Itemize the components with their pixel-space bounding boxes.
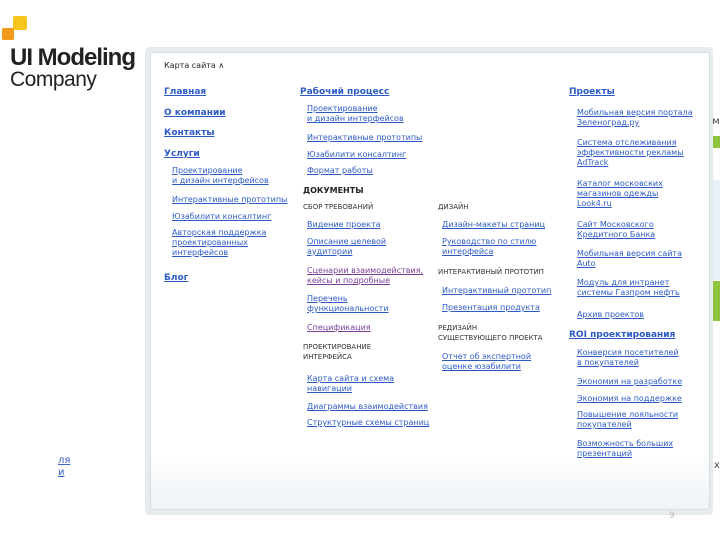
- process-link[interactable]: Формат работы: [307, 166, 373, 176]
- requirements-link[interactable]: Спецификация: [307, 323, 371, 333]
- prototype-link[interactable]: Интерактивный прототип: [442, 286, 551, 296]
- roi-link[interactable]: Конверсия посетителей в покупателей: [577, 348, 679, 368]
- interface-link[interactable]: Структурные схемы страниц: [307, 418, 429, 428]
- service-link[interactable]: Авторская поддержка проектированных инте…: [172, 228, 266, 258]
- nav-link-blog[interactable]: Блог: [164, 273, 188, 283]
- project-link[interactable]: Система отслеживания эффективности рекла…: [577, 138, 684, 168]
- project-link[interactable]: Архив проектов: [577, 310, 644, 320]
- nav-link-contacts[interactable]: Контакты: [164, 128, 215, 138]
- requirements-link[interactable]: Видение проекта: [307, 220, 381, 230]
- nav-link-process[interactable]: Рабочий процесс: [300, 87, 389, 97]
- requirements-link[interactable]: Описание целевой аудитории: [307, 237, 386, 257]
- project-link[interactable]: Мобильная версия сайта Auto: [577, 249, 682, 269]
- page-number: 9: [669, 511, 675, 521]
- service-link[interactable]: Интерактивные прототипы: [172, 195, 287, 205]
- service-link[interactable]: Проектирование и дизайн интерфейсов: [172, 166, 269, 186]
- process-link[interactable]: Проектирование и дизайн интерфейсов: [307, 104, 404, 124]
- service-link[interactable]: Юзабилити консалтинг: [172, 212, 271, 222]
- logo-square-orange: [2, 28, 14, 40]
- requirements-heading: СБОР ТРЕБОВАНИЙ: [303, 203, 374, 211]
- prototype-heading: ИНТЕРАКТИВНЫЙ ПРОТОТИП: [438, 268, 544, 276]
- design-heading: ДИЗАЙН: [438, 203, 469, 211]
- prototype-link[interactable]: Презентация продукта: [442, 303, 540, 313]
- interface-link[interactable]: Диаграммы взаимодействия: [307, 402, 428, 412]
- requirements-link[interactable]: Сценарии взаимодействия, кейсы и подробн…: [307, 266, 423, 286]
- nav-link-about[interactable]: О компании: [164, 108, 226, 118]
- logo-text-line2: Company: [10, 68, 97, 91]
- project-link[interactable]: Мобильная версия портала Зеленоград.ру: [577, 108, 693, 128]
- sitemap-toggle[interactable]: Карта сайта ∧: [164, 61, 224, 70]
- roi-link[interactable]: Экономия на разработке: [577, 377, 682, 387]
- project-link[interactable]: Модуль для интранет системы Газпром нефт…: [577, 278, 680, 298]
- roi-link[interactable]: Возможность больших презентаций: [577, 439, 673, 459]
- redesign-link[interactable]: Отчет об экспертной оценке юзабилити: [442, 352, 531, 372]
- process-link[interactable]: Юзабилити консалтинг: [307, 150, 406, 160]
- background-link-fragment[interactable]: и: [58, 467, 65, 479]
- interface-design-heading: ПРОЕКТИРОВАНИЕ ИНТЕРФЕЙСА: [303, 343, 372, 361]
- roi-link[interactable]: Экономия на поддержке: [577, 394, 682, 404]
- nav-link-roi[interactable]: ROI проектирования: [569, 330, 675, 340]
- nav-link-main[interactable]: Главная: [164, 87, 206, 97]
- roi-link[interactable]: Повышение лояльности покупателей: [577, 410, 678, 430]
- logo-square-yellow: [13, 16, 27, 30]
- redesign-heading: РЕДИЗАЙН СУЩЕСТВУЮЩЕГО ПРОЕКТА: [438, 324, 543, 342]
- interface-link[interactable]: Карта сайта и схема навигации: [307, 374, 394, 394]
- requirements-link[interactable]: Перечень функциональности: [307, 294, 389, 314]
- nav-link-services[interactable]: Услуги: [164, 149, 200, 159]
- process-link[interactable]: Интерактивные прототипы: [307, 133, 422, 143]
- documents-heading: ДОКУМЕНТЫ: [303, 186, 364, 195]
- project-link[interactable]: Сайт Московского Кредитного Банка: [577, 220, 655, 240]
- project-link[interactable]: Каталог московских магазинов одежды Look…: [577, 179, 663, 209]
- nav-link-projects[interactable]: Проекты: [569, 87, 615, 97]
- design-link[interactable]: Руководство по стилю интерфейса: [442, 237, 536, 257]
- background-link-fragment[interactable]: ля: [58, 455, 70, 467]
- design-link[interactable]: Дизайн-макеты страниц: [442, 220, 545, 230]
